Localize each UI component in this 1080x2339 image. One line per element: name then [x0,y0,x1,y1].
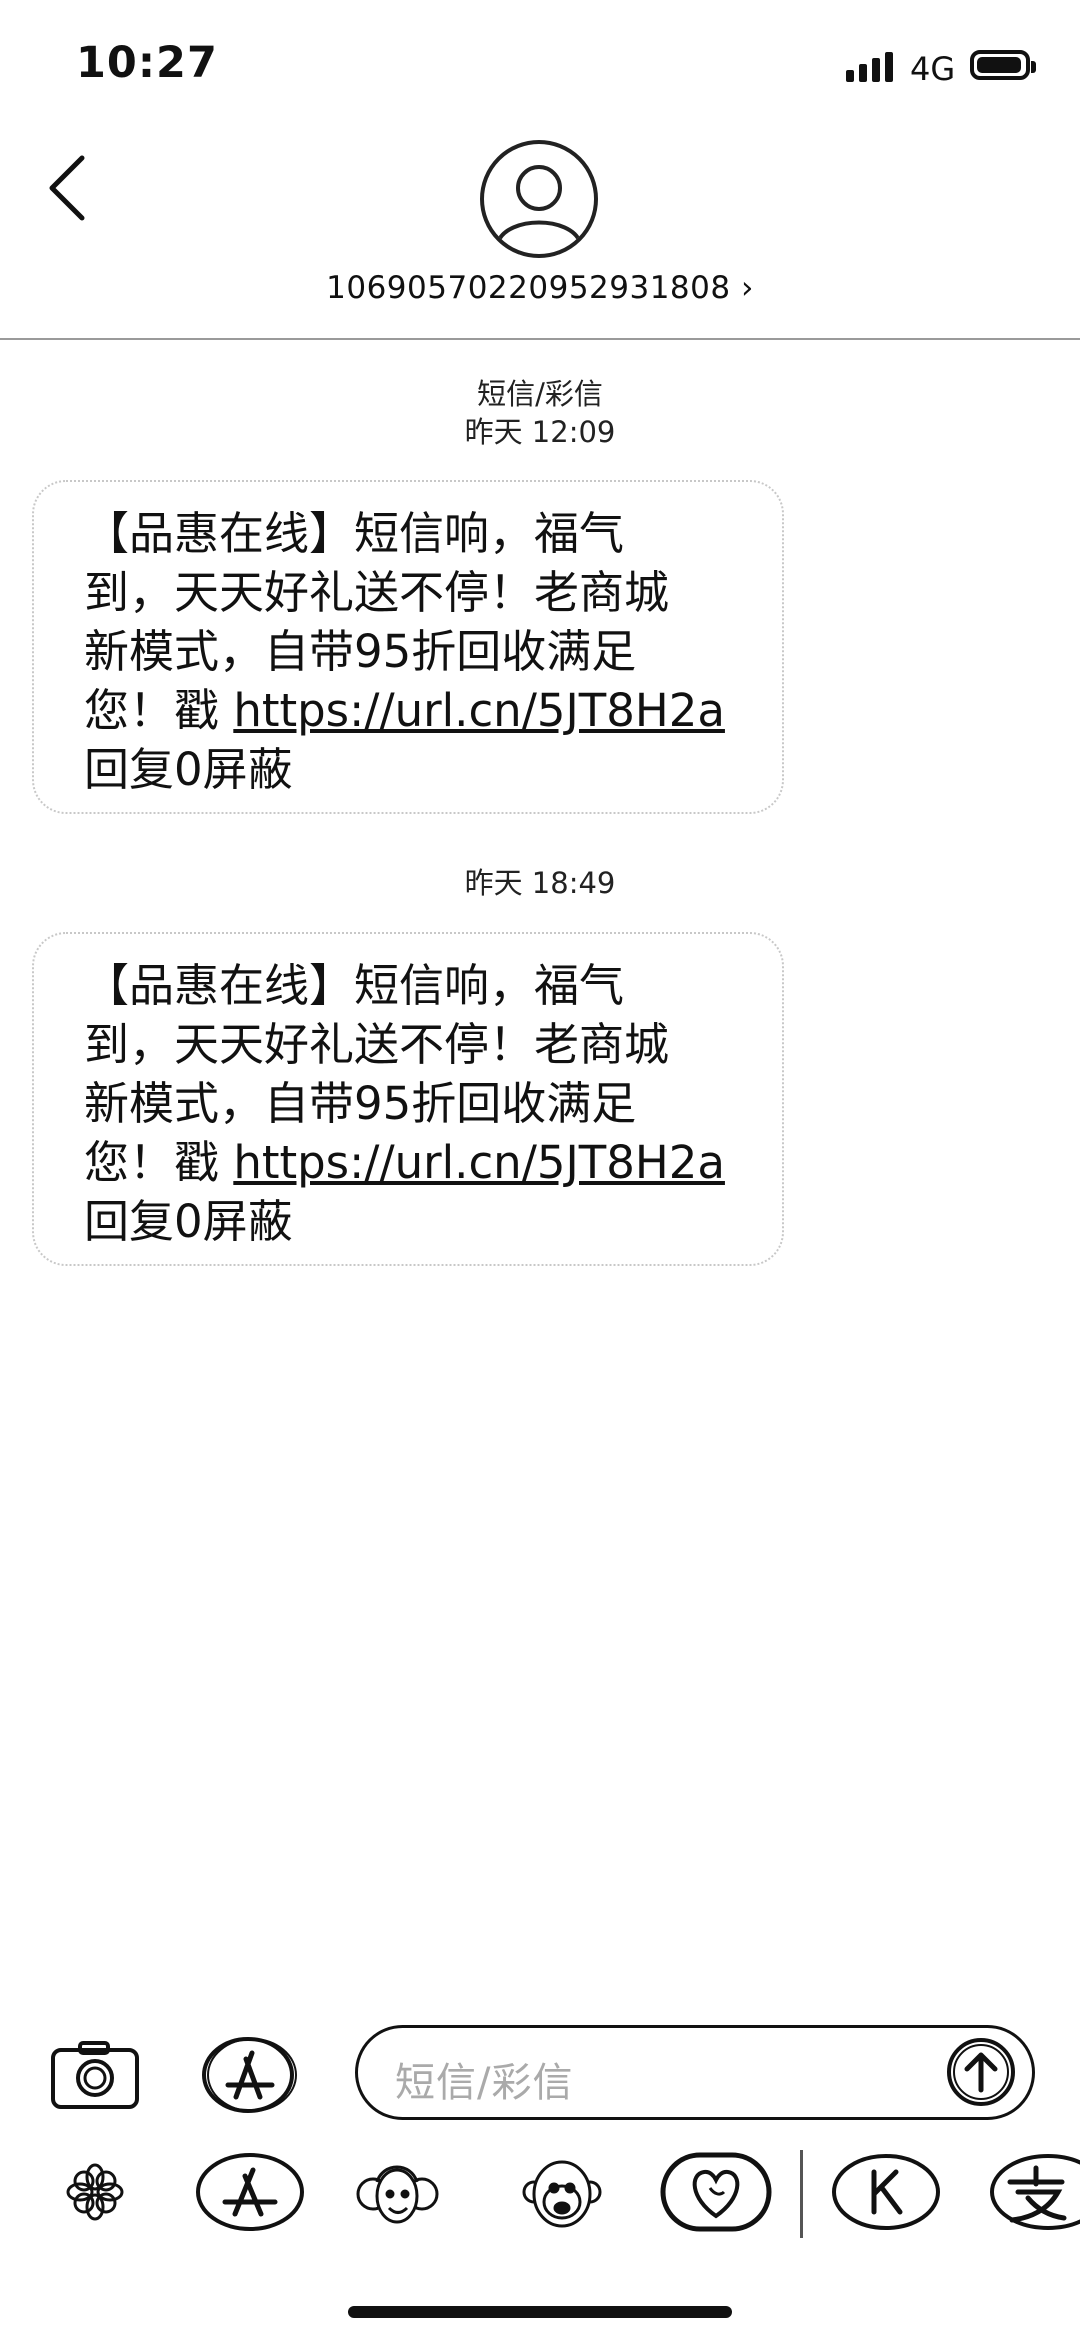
k-app-button[interactable] [830,2152,942,2232]
photos-app-button[interactable] [62,2152,128,2232]
contact-avatar[interactable] [480,140,598,258]
apps-button[interactable] [200,2035,300,2115]
message-input-placeholder: 短信/彩信 [395,2060,574,2106]
drawer-separator [800,2150,803,2238]
message-timestamp: 昨天 12:09 [464,415,616,449]
contact-number[interactable]: 10690570220952931808 › [0,270,1080,306]
alipay-icon [990,2154,1080,2230]
network-type: 4G [910,50,956,88]
camera-icon [51,2041,139,2109]
message-bubble[interactable]: 【品惠在线】短信响，福气 到，天天好礼送不停！老商城 新模式，自带95折回收满足… [32,932,784,1266]
battery-icon [970,50,1036,80]
header-divider [0,338,1080,340]
chevron-left-icon [49,155,85,221]
message-text: 回复0屏蔽 [84,1195,293,1248]
back-button[interactable] [40,148,100,228]
animoji-app-button[interactable] [520,2152,605,2232]
signal-strength-icon [846,52,893,82]
send-button[interactable] [945,2036,1017,2108]
photos-icon [66,2163,124,2221]
memoji-icon [356,2165,439,2224]
home-indicator[interactable] [348,2306,732,2318]
person-icon [496,165,582,243]
app-store-app-button[interactable] [195,2152,305,2232]
arrow-up-icon [947,2038,1015,2106]
digital-touch-icon [660,2152,772,2232]
camera-button[interactable] [50,2040,140,2110]
message-link[interactable]: https://url.cn/5JT8H2a [233,684,725,737]
animoji-icon [522,2160,602,2228]
memoji-app-button[interactable] [355,2152,440,2232]
status-time: 10:27 [76,38,218,88]
message-timestamp: 昨天 18:49 [464,866,616,900]
message-bubble[interactable]: 【品惠在线】短信响，福气 到，天天好礼送不停！老商城 新模式，自带95折回收满足… [32,480,784,814]
message-text: 回复0屏蔽 [84,743,293,796]
channel-label: 短信/彩信 [477,377,603,411]
app-store-icon [202,2037,297,2113]
alipay-app-button[interactable] [988,2152,1080,2232]
digital-touch-app-button[interactable] [660,2152,772,2232]
app-store-icon [196,2153,304,2231]
message-link[interactable]: https://url.cn/5JT8H2a [233,1136,725,1189]
k-app-icon [832,2154,940,2230]
